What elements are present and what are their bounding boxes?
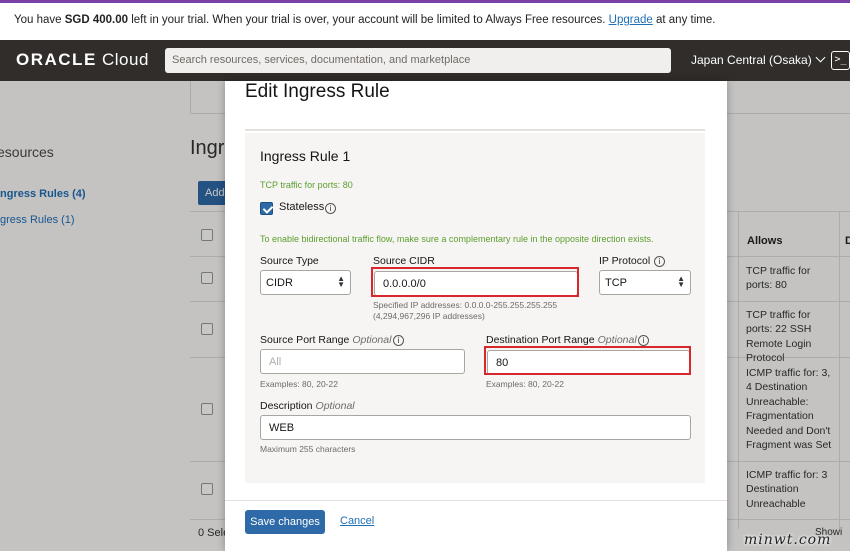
- title-divider: [245, 129, 705, 131]
- source-port-range-text: Source Port Range: [260, 334, 350, 346]
- bidirectional-note: To enable bidirectional traffic flow, ma…: [260, 234, 654, 244]
- description-input[interactable]: WEB: [260, 415, 691, 440]
- watermark: minwt.com: [744, 532, 832, 548]
- cancel-link[interactable]: Cancel: [340, 515, 374, 527]
- description-hint: Maximum 255 characters: [260, 444, 356, 454]
- dialog-title: Edit Ingress Rule: [245, 81, 390, 102]
- optional-tag: Optional: [352, 334, 392, 346]
- logo-cloud-text: Cloud: [96, 50, 149, 69]
- source-port-range-label: Source Port Range Optional: [260, 334, 391, 346]
- stateless-checkbox[interactable]: [260, 202, 273, 215]
- ip-protocol-value: TCP: [605, 277, 627, 289]
- select-arrows-icon: ▲ ▼: [677, 274, 685, 289]
- source-cidr-count: (4,294,967,296 IP addresses): [373, 311, 485, 321]
- rule-title: Ingress Rule 1: [260, 148, 351, 164]
- source-type-select[interactable]: CIDR ▲ ▼: [260, 270, 351, 295]
- stateless-label: Stateless: [279, 201, 325, 213]
- info-icon[interactable]: i: [393, 335, 404, 346]
- upgrade-link[interactable]: Upgrade: [609, 14, 653, 26]
- destination-port-range-text: Destination Port Range: [486, 334, 595, 346]
- ingress-rule-panel: Ingress Rule 1 TCP traffic for ports: 80…: [245, 133, 705, 483]
- search-input[interactable]: Search resources, services, documentatio…: [165, 48, 671, 73]
- trial-amount: SGD 400.00: [64, 14, 129, 26]
- region-label: Japan Central (Osaka): [691, 53, 812, 67]
- banner-prefix: You have: [14, 14, 65, 26]
- save-changes-button[interactable]: Save changes: [245, 510, 325, 534]
- select-arrows-icon: ▲ ▼: [337, 274, 345, 289]
- edit-ingress-rule-dialog: Edit Ingress Rule Ingress Rule 1 TCP tra…: [225, 81, 727, 551]
- source-cidr-label: Source CIDR: [373, 255, 435, 267]
- destination-port-range-label: Destination Port Range Optional: [486, 334, 637, 346]
- source-port-range-input[interactable]: All: [260, 349, 465, 374]
- oracle-cloud-logo[interactable]: ORACLE Cloud: [16, 50, 149, 70]
- logo-oracle-text: ORACLE: [16, 50, 97, 69]
- banner-middle: left in your trial. When your trial is o…: [128, 14, 609, 26]
- ip-protocol-label: IP Protocol: [599, 255, 651, 267]
- footer-divider: [225, 500, 727, 501]
- chevron-down-icon: [815, 52, 826, 63]
- cloud-shell-icon[interactable]: >_: [831, 51, 850, 70]
- ip-protocol-select[interactable]: TCP ▲ ▼: [599, 270, 691, 295]
- info-icon[interactable]: i: [325, 203, 336, 214]
- source-type-value: CIDR: [266, 277, 293, 289]
- info-icon[interactable]: i: [654, 256, 665, 267]
- optional-tag: Optional: [315, 400, 355, 412]
- source-type-label: Source Type: [260, 255, 319, 267]
- banner-suffix: at any time.: [652, 14, 716, 26]
- source-port-hint: Examples: 80, 20-22: [260, 379, 338, 389]
- optional-tag: Optional: [597, 334, 637, 346]
- info-icon[interactable]: i: [638, 335, 649, 346]
- highlight-box: [371, 267, 579, 297]
- description-label: Description Optional: [260, 400, 355, 412]
- rule-summary: TCP traffic for ports: 80: [260, 180, 353, 190]
- region-selector[interactable]: Japan Central (Osaka): [691, 52, 826, 67]
- trial-banner: You have SGD 400.00 left in your trial. …: [0, 0, 850, 40]
- highlight-box: [484, 346, 691, 375]
- destination-port-hint: Examples: 80, 20-22: [486, 379, 564, 389]
- source-cidr-hint: Specified IP addresses: 0.0.0.0-255.255.…: [373, 300, 558, 310]
- top-nav: ORACLE Cloud Search resources, services,…: [0, 40, 850, 81]
- description-text: Description: [260, 400, 313, 412]
